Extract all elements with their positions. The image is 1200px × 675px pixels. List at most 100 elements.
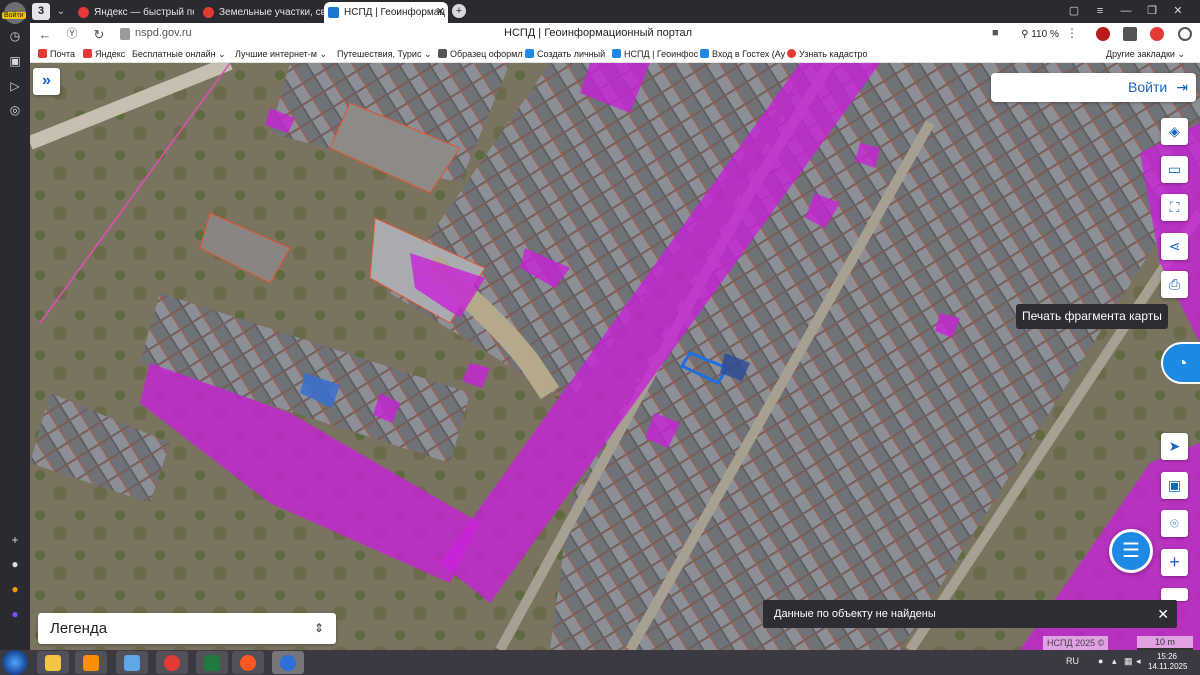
- widget-icon[interactable]: ●: [5, 579, 25, 599]
- bookmark-folder[interactable]: Лучшие интернет-м ⌄: [235, 47, 327, 62]
- chrome-app[interactable]: [156, 651, 188, 674]
- history-icon[interactable]: ◷: [5, 26, 25, 46]
- gosuslugi-icon: [525, 49, 534, 58]
- assistant-icon[interactable]: ●: [5, 604, 25, 624]
- url-field[interactable]: nspd.gov.ru: [135, 27, 192, 39]
- tab-yandex[interactable]: Яндекс — быстрый поиск: [74, 2, 194, 23]
- select-area-icon[interactable]: ⛶: [1161, 194, 1188, 221]
- bookmark-label: Путешествия, Турис: [337, 49, 422, 59]
- close-icon[interactable]: ✕: [1165, 0, 1191, 23]
- yandex-browser-icon: [280, 655, 296, 671]
- bookmark-label: Узнать кадастро: [799, 49, 868, 59]
- add-panel-icon[interactable]: +: [5, 530, 25, 550]
- other-bookmarks[interactable]: Другие закладки ⌄: [1106, 47, 1185, 62]
- browser-window: Войти ◷ ▣ ▷ ◎ + ● ● ● 3 ⌄ Яндекс — быстр…: [0, 0, 1200, 675]
- messenger-icon[interactable]: ●: [5, 554, 25, 574]
- bookmark-label: Почта: [50, 49, 75, 59]
- start-button[interactable]: [2, 650, 28, 675]
- bookmark-item[interactable]: Вход в Гостех (Ау: [700, 47, 785, 62]
- new-tab-button[interactable]: +: [452, 4, 466, 18]
- system-clock[interactable]: 15:26 14.11.2025: [1148, 652, 1188, 672]
- clock-date: 14.11.2025: [1148, 662, 1188, 671]
- bookmark-label: Создать личный: [537, 49, 606, 59]
- zoom-icon: ⚲: [1021, 29, 1032, 40]
- downloads-icon[interactable]: [1178, 27, 1192, 41]
- minimize-icon[interactable]: —: [1113, 0, 1139, 23]
- tab-strip: 3 ⌄ Яндекс — быстрый поиск Земельные уча…: [30, 0, 1200, 23]
- more-icon[interactable]: ⋮: [1066, 26, 1078, 40]
- tab-count-button[interactable]: 3: [32, 3, 50, 20]
- rosreestr-icon: [787, 49, 796, 58]
- bookmark-item[interactable]: НСПД | Геоинфос: [612, 47, 698, 62]
- satellite-map[interactable]: [30, 63, 1200, 650]
- yandex-icon: [78, 7, 89, 18]
- restore-icon[interactable]: ❐: [1139, 0, 1165, 23]
- locate-icon[interactable]: ➤: [1161, 433, 1188, 460]
- browser-app[interactable]: [232, 651, 264, 674]
- bookmark-item[interactable]: Создать личный: [525, 47, 605, 62]
- bookmark-label: Яндекс: [95, 49, 126, 59]
- assistant-side-icon[interactable]: ◔: [1161, 342, 1200, 384]
- excel-icon: [204, 655, 220, 671]
- extension-icon[interactable]: [1096, 27, 1110, 41]
- menu-icon[interactable]: ≡: [1087, 0, 1113, 23]
- page-title: НСПД | Геоинформационный портал: [504, 27, 693, 39]
- zoom-label: 110 %: [1031, 29, 1059, 40]
- bookmark-folder[interactable]: Путешествия, Турис ⌄: [337, 47, 432, 62]
- ruler-icon[interactable]: ▭: [1161, 156, 1188, 183]
- explorer-app[interactable]: [37, 651, 69, 674]
- bookmark-label: Лучшие интернет-м: [235, 49, 317, 59]
- excel-app[interactable]: [196, 651, 228, 674]
- media-player-app[interactable]: [75, 651, 107, 674]
- layers-icon[interactable]: ◈: [1161, 118, 1188, 145]
- volume-icon[interactable]: ◂: [1136, 656, 1141, 667]
- yandex-home-icon[interactable]: Ⓨ: [63, 26, 81, 43]
- minimap-icon[interactable]: ▣: [1161, 472, 1188, 499]
- chevron-down-icon[interactable]: ⌄: [53, 3, 69, 20]
- bookmark-item[interactable]: Яндекс: [83, 47, 125, 62]
- play-icon[interactable]: ▷: [5, 76, 25, 96]
- tray-icon[interactable]: ▴: [1112, 656, 1117, 667]
- bookmark-icon[interactable]: ■: [992, 27, 999, 39]
- bookmark-folder[interactable]: Бесплатные онлайн ⌄: [132, 47, 226, 62]
- bookmarks-icon[interactable]: ▢: [1061, 0, 1087, 23]
- volume-app[interactable]: [116, 651, 148, 674]
- lock-icon[interactable]: [120, 28, 130, 40]
- tab-nspd[interactable]: НСПД | Геоинформац ✕: [324, 2, 448, 23]
- tab-label: Яндекс — быстрый поиск: [94, 7, 194, 18]
- bookmark-label: Бесплатные онлайн: [132, 49, 216, 59]
- bookmark-item[interactable]: Узнать кадастро: [787, 47, 867, 62]
- extension-icon[interactable]: [1123, 27, 1137, 41]
- legend-dropdown[interactable]: Легенда ⇕: [38, 613, 336, 644]
- bookmark-label: Образец оформл: [450, 49, 523, 59]
- login-button[interactable]: Войти ⇥: [991, 73, 1196, 102]
- bookmark-item[interactable]: Образец оформл: [438, 47, 523, 62]
- print-icon[interactable]: ⎙: [1161, 271, 1188, 298]
- zoom-in-button[interactable]: +: [1161, 549, 1188, 576]
- back-icon[interactable]: ←: [36, 26, 54, 43]
- expand-panel-button[interactable]: »: [33, 68, 60, 95]
- speaker-icon: [124, 655, 140, 671]
- close-tab-icon[interactable]: ✕: [436, 2, 445, 23]
- login-badge[interactable]: Войти: [2, 12, 26, 19]
- collections-icon[interactable]: ▣: [5, 51, 25, 71]
- reload-icon[interactable]: ↻: [90, 26, 108, 43]
- share-icon[interactable]: ⋖: [1161, 233, 1188, 260]
- folder-icon: [45, 655, 61, 671]
- chat-icon[interactable]: ☰: [1109, 529, 1153, 573]
- language-indicator[interactable]: RU: [1066, 656, 1079, 666]
- document-icon: [438, 49, 447, 58]
- close-icon[interactable]: ✕: [1157, 600, 1169, 628]
- map-viewport[interactable]: » Войти ⇥ ◈ ▭ ⛶ ⋖ ⎙ Печать фрагмента кар…: [30, 63, 1200, 650]
- alice-icon[interactable]: ◎: [5, 100, 25, 120]
- tab-land-plots[interactable]: Земельные участки, своб: [199, 2, 325, 23]
- yandex-browser-app[interactable]: [272, 651, 304, 674]
- browser-icon: [240, 655, 256, 671]
- tab-label: Земельные участки, своб: [219, 7, 325, 18]
- geo-search-icon[interactable]: ⌾: [1161, 510, 1188, 537]
- tray-icon[interactable]: ●: [1098, 656, 1103, 666]
- extension-icon[interactable]: [1150, 27, 1164, 41]
- bookmark-item[interactable]: Почта: [38, 47, 75, 62]
- zoom-indicator[interactable]: ⚲ 110 %: [1018, 26, 1062, 43]
- network-icon[interactable]: ▦: [1124, 656, 1133, 667]
